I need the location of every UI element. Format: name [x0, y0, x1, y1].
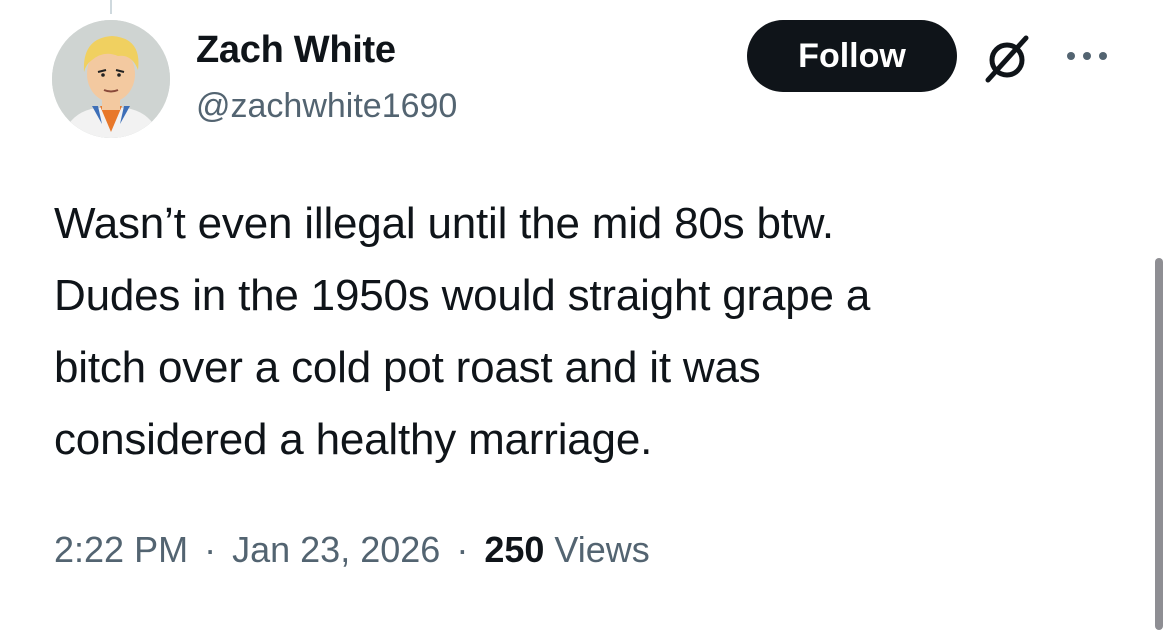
views-count[interactable]: 250	[484, 529, 544, 570]
grok-icon[interactable]	[980, 30, 1036, 86]
tweet-metadata: 2:22 PM · Jan 23, 2026 · 250 Views	[54, 526, 650, 574]
tweet-time[interactable]: 2:22 PM	[54, 529, 188, 570]
views-label[interactable]: Views	[554, 529, 649, 570]
more-icon[interactable]	[1062, 36, 1112, 76]
meta-separator: ·	[456, 529, 469, 570]
more-dots-glyph	[1067, 52, 1107, 60]
avatar[interactable]	[52, 20, 170, 138]
tweet-text-line: bitch over a cold pot roast and it was	[54, 343, 761, 392]
follow-button[interactable]: Follow	[747, 20, 957, 92]
author-display-name[interactable]: Zach White	[196, 28, 396, 72]
tweet-date[interactable]: Jan 23, 2026	[232, 529, 440, 570]
meta-separator: ·	[204, 529, 217, 570]
scrollbar[interactable]	[1155, 258, 1163, 630]
tweet-text-line: Wasn’t even illegal until the mid 80s bt…	[54, 199, 834, 248]
tweet-text-line: Dudes in the 1950s would straight grape …	[54, 271, 871, 320]
thread-connector-line	[110, 0, 112, 14]
tweet-text: Wasn’t even illegal until the mid 80s bt…	[54, 188, 1094, 476]
avatar-image	[52, 20, 170, 138]
grok-icon-glyph	[985, 35, 1029, 83]
author-handle[interactable]: @zachwhite1690	[196, 86, 457, 126]
tweet-text-line: considered a healthy marriage.	[54, 415, 653, 464]
